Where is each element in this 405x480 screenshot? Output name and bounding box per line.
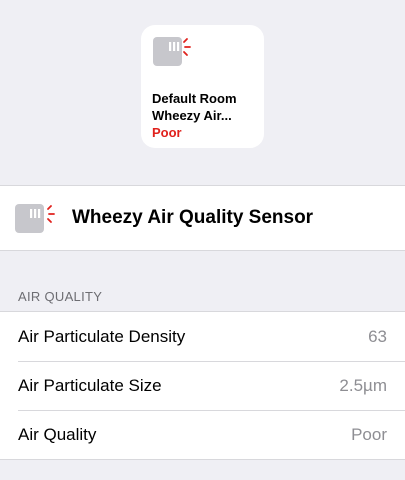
row-value: 2.5µm [339,376,387,395]
air-quality-list: Air Particulate Density 63 Air Particula… [0,311,405,460]
tile-status: Poor [152,125,182,140]
row-value: Poor [351,425,387,444]
tile-accessory-name: Wheezy Air... [152,108,232,123]
list-item: Air Particulate Density 63 [0,312,405,361]
row-label: Air Quality [18,425,97,444]
air-quality-sensor-icon [15,204,55,233]
accessory-header: Wheezy Air Quality Sensor [0,185,405,251]
accessory-name: Wheezy Air Quality Sensor [72,207,314,228]
section-header-air-quality: AIR QUALITY [18,289,103,304]
row-label: Air Particulate Density [18,327,186,346]
accessory-tile[interactable]: Default Room Wheezy Air... Poor [141,25,264,148]
list-item: Air Quality Poor [0,410,405,459]
row-label: Air Particulate Size [18,376,162,395]
tile-room-name: Default Room [152,91,237,106]
row-value: 63 [368,327,387,346]
list-item: Air Particulate Size 2.5µm [0,361,405,410]
accessory-detail-screen: Default Room Wheezy Air... Poor Wheezy A… [0,0,405,480]
tile-text: Default Room Wheezy Air... Poor [152,90,260,141]
air-quality-sensor-icon [153,37,191,66]
